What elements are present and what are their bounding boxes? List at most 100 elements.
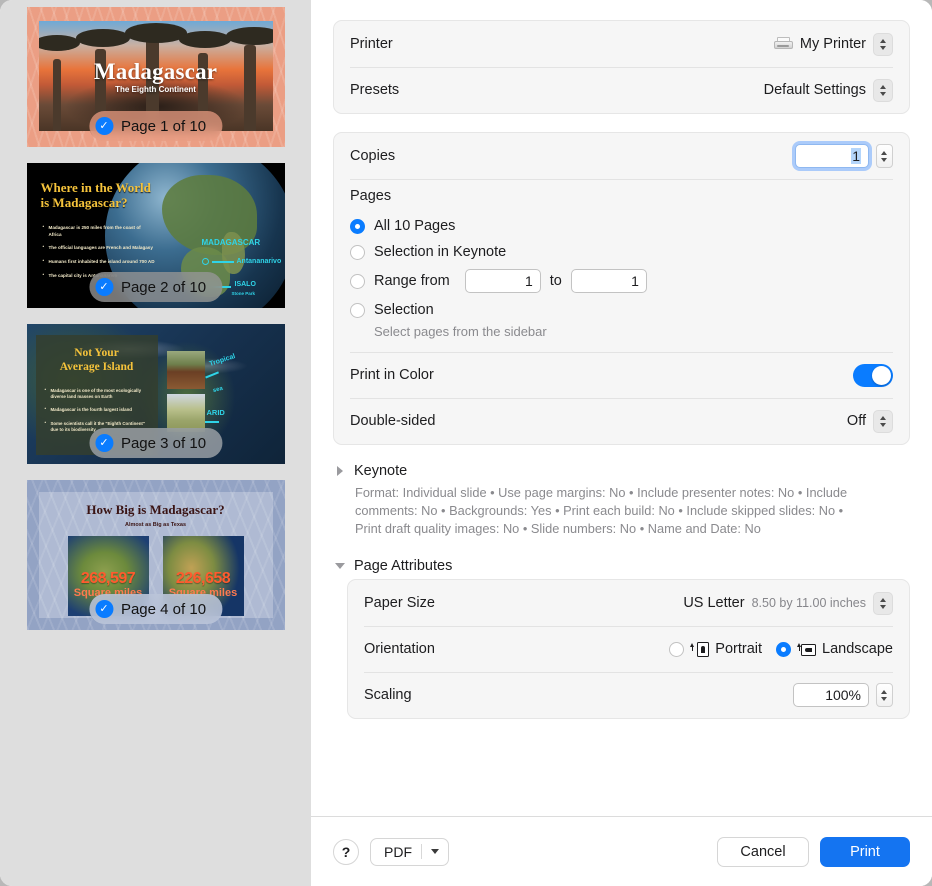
print-in-color-row[interactable]: Print in Color: [334, 352, 909, 398]
scaling-stepper[interactable]: [876, 683, 893, 708]
landscape-icon: [797, 642, 817, 657]
slide-bullet-list: Madagascar is one of the most ecological…: [45, 387, 149, 434]
slide-title-line2: is Madagascar?: [40, 195, 128, 211]
radio-range[interactable]: [350, 273, 365, 289]
slide-bullet: The official languages are French and Ma…: [43, 244, 155, 252]
chevron-up-down-icon[interactable]: [873, 409, 893, 433]
page-preview-card[interactable]: Where in the World is Madagascar? Madaga…: [26, 163, 285, 308]
checkmark-icon: ✓: [94, 434, 113, 452]
presets-label: Presets: [350, 82, 400, 98]
slide-title: How Big is Madagascar?: [86, 502, 225, 517]
copies-pages-group: Copies 1 Pages All 10 Pages Selection in…: [333, 132, 910, 445]
keynote-section-summary: Format: Individual slide • Use page marg…: [355, 485, 848, 537]
copies-stepper[interactable]: [876, 144, 893, 168]
orientation-option-landscape[interactable]: Landscape: [776, 641, 893, 657]
page-badge[interactable]: ✓ Page 1 of 10: [88, 111, 223, 141]
scaling-input[interactable]: 100%: [793, 683, 869, 708]
printer-presets-group: Printer My Printer Presets Default Setti…: [333, 20, 910, 114]
page-preview-card[interactable]: How Big is Madagascar? Almost as Big as …: [26, 480, 285, 630]
pages-option-label: All 10 Pages: [374, 218, 456, 234]
double-sided-value: Off: [846, 413, 866, 429]
cancel-button[interactable]: Cancel: [717, 836, 809, 867]
divider: [421, 844, 422, 859]
range-to-label: to: [549, 273, 562, 289]
slide-stat-value: 226,658: [175, 570, 231, 587]
range-from-value: 1: [524, 273, 533, 289]
copies-row[interactable]: Copies 1: [334, 133, 909, 179]
page-attributes-section-header[interactable]: Page Attributes: [335, 558, 910, 574]
slide-bullet: Madagascar is 250 miles from the coast o…: [43, 224, 155, 238]
slide-annotation: MADAGASCAR: [201, 238, 261, 247]
chevron-down-icon[interactable]: [431, 849, 439, 854]
keynote-section-header[interactable]: Keynote: [335, 463, 910, 479]
page-badge[interactable]: ✓ Page 2 of 10: [88, 272, 223, 302]
copies-input[interactable]: 1: [795, 144, 869, 168]
orientation-landscape-label: Landscape: [822, 641, 893, 658]
slide-annotation: Stone Park: [231, 291, 256, 296]
slide-annotation: ARID: [206, 408, 225, 417]
presets-row[interactable]: Presets Default Settings: [334, 67, 909, 113]
page-badge[interactable]: ✓ Page 4 of 10: [88, 594, 223, 624]
printer-row[interactable]: Printer My Printer: [334, 21, 909, 67]
chevron-up-down-icon[interactable]: [873, 591, 893, 615]
print-in-color-toggle[interactable]: [853, 363, 893, 387]
print-options-panel: Printer My Printer Presets Default Setti…: [311, 0, 932, 886]
slide-photo-arid: [166, 394, 205, 432]
help-button[interactable]: ?: [333, 838, 359, 865]
orientation-option-portrait[interactable]: Portrait: [669, 641, 762, 657]
page-badge-label: Page 4 of 10: [120, 600, 207, 618]
slide-subtitle: Almost as Big as Texas: [124, 522, 187, 528]
page-preview-sidebar[interactable]: Madagascar The Eighth Continent ✓ Page 1…: [0, 0, 311, 886]
page-badge-label: Page 3 of 10: [120, 434, 207, 452]
pages-option-range[interactable]: Range from 1 to 1: [350, 265, 893, 297]
slide-annotation: ISALO: [234, 281, 256, 288]
pdf-button[interactable]: PDF: [370, 837, 449, 866]
range-to-input[interactable]: 1: [570, 269, 647, 293]
radio-all-pages[interactable]: [350, 218, 365, 234]
radio-landscape[interactable]: [776, 641, 792, 657]
slide-bullet: Humans first inhabited the island around…: [43, 258, 155, 266]
pages-option-selection[interactable]: Selection: [350, 297, 893, 323]
slide-bullet: Madagascar is the fourth largest island: [45, 406, 149, 413]
radio-selection-in-keynote[interactable]: [350, 244, 365, 260]
print-options-scroll-area[interactable]: Printer My Printer Presets Default Setti…: [311, 0, 932, 816]
slide-thumbnail-1[interactable]: Madagascar The Eighth Continent ✓ Page 1…: [26, 7, 285, 147]
chevron-right-icon[interactable]: [335, 466, 345, 476]
orientation-row[interactable]: Orientation Portrait Landscape: [348, 626, 909, 672]
scaling-row[interactable]: Scaling 100%: [348, 672, 909, 718]
range-from-input[interactable]: 1: [464, 269, 541, 293]
orientation-label: Orientation: [364, 641, 435, 658]
chevron-down-icon[interactable]: [335, 561, 345, 571]
double-sided-label: Double-sided: [350, 413, 436, 429]
page-preview-card[interactable]: Not Your Average Island Madagascar is on…: [26, 324, 285, 464]
paper-size-value: US Letter: [683, 595, 745, 612]
page-attributes-group: Paper Size US Letter 8.50 by 11.00 inche…: [347, 579, 910, 720]
pages-section: Pages All 10 Pages Selection in Keynote …: [334, 179, 909, 352]
slide-thumbnail-2[interactable]: Where in the World is Madagascar? Madaga…: [26, 163, 285, 308]
slide-photo-tropical: [166, 351, 205, 389]
scaling-value: 100%: [825, 687, 861, 704]
range-to-value: 1: [631, 273, 639, 289]
pages-option-selection-in-keynote[interactable]: Selection in Keynote: [350, 239, 893, 265]
print-button[interactable]: Print: [820, 836, 910, 867]
chevron-up-down-icon[interactable]: [873, 78, 893, 102]
page-badge[interactable]: ✓ Page 3 of 10: [88, 428, 223, 458]
slide-subtitle: The Eighth Continent: [115, 85, 196, 94]
pages-option-all[interactable]: All 10 Pages: [350, 213, 893, 239]
slide-thumbnail-3[interactable]: Not Your Average Island Madagascar is on…: [26, 324, 285, 464]
paper-size-detail: 8.50 by 11.00 inches: [751, 596, 866, 611]
copies-label: Copies: [350, 148, 396, 164]
radio-portrait[interactable]: [669, 641, 685, 657]
page-preview-card[interactable]: Madagascar The Eighth Continent ✓ Page 1…: [26, 7, 285, 147]
radio-selection[interactable]: [350, 302, 365, 318]
checkmark-icon: ✓: [94, 117, 113, 135]
pdf-button-label: PDF: [384, 843, 412, 860]
keynote-section-title: Keynote: [354, 463, 408, 479]
chevron-up-down-icon[interactable]: [873, 32, 893, 56]
paper-size-row[interactable]: Paper Size US Letter 8.50 by 11.00 inche…: [348, 580, 909, 626]
keynote-section: Keynote Format: Individual slide • Use p…: [333, 463, 910, 538]
slide-thumbnail-4[interactable]: How Big is Madagascar? Almost as Big as …: [26, 480, 285, 630]
page-badge-label: Page 1 of 10: [120, 117, 207, 135]
orientation-portrait-label: Portrait: [715, 641, 763, 658]
double-sided-row[interactable]: Double-sided Off: [334, 398, 909, 444]
